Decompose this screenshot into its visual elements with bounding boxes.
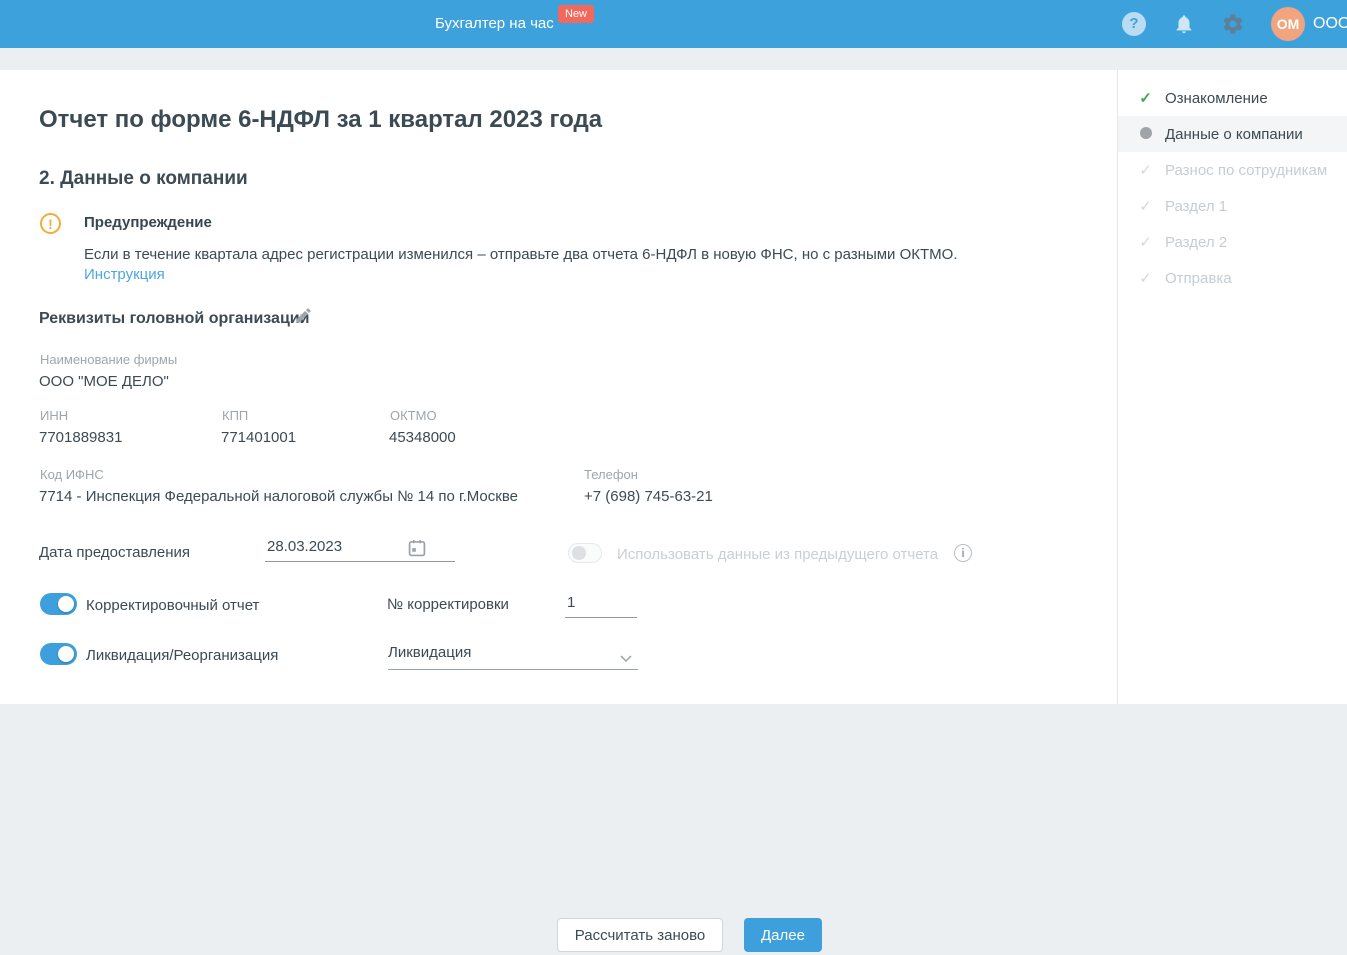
correction-label: Корректировочный отчет <box>86 597 260 614</box>
step-raznos-po-sotrudnikam: ✓ Разнос по сотрудникам <box>1118 152 1347 188</box>
oktmo-value: 45348000 <box>389 429 456 446</box>
liquidation-toggle[interactable] <box>40 643 77 665</box>
org-name[interactable]: ООО <box>1313 0 1347 48</box>
next-button[interactable]: Далее <box>744 918 822 952</box>
wizard-steps-sidebar: ✓ Ознакомление Данные о компании ✓ Разно… <box>1117 70 1347 704</box>
oktmo-label: ОКТМО <box>390 408 437 423</box>
ifns-value: 7714 - Инспекция Федеральной налоговой с… <box>39 488 518 505</box>
warning-text: Если в течение квартала адрес регистраци… <box>84 246 958 263</box>
liquidation-label: Ликвидация/Реорганизация <box>86 647 279 664</box>
step-label: Ознакомление <box>1165 89 1268 107</box>
check-icon: ✓ <box>1139 270 1152 287</box>
new-badge: New <box>558 5 595 23</box>
toggle-knob <box>58 646 74 662</box>
ifns-label: Код ИФНС <box>40 467 104 482</box>
info-icon[interactable]: i <box>954 544 972 562</box>
check-icon: ✓ <box>1139 90 1152 107</box>
check-icon: ✓ <box>1139 198 1152 215</box>
kpp-value: 771401001 <box>221 429 297 446</box>
bell-glyph <box>1176 15 1192 34</box>
step-label: Отправка <box>1165 269 1232 287</box>
check-icon: ✓ <box>1139 234 1152 251</box>
check-icon: ✓ <box>1139 162 1152 179</box>
company-name-label: Наименование фирмы <box>40 352 178 367</box>
step-label: Разнос по сотрудникам <box>1165 161 1328 179</box>
liquidation-select-value: Ликвидация <box>388 644 472 661</box>
step-oznakomlenie[interactable]: ✓ Ознакомление <box>1118 80 1347 116</box>
toggle-knob <box>58 596 74 612</box>
pencil-edit-icon[interactable] <box>294 306 313 330</box>
company-name-value: ООО "МОЕ ДЕЛО" <box>39 373 169 390</box>
current-step-dot-icon <box>1137 126 1154 143</box>
calendar-icon[interactable] <box>408 539 426 562</box>
gear-icon[interactable] <box>1220 0 1246 48</box>
recalculate-button[interactable]: Рассчитать заново <box>557 918 723 952</box>
kpp-label: КПП <box>222 408 249 423</box>
date-label: Дата предоставления <box>39 544 191 561</box>
page-title: Отчет по форме 6-НДФЛ за 1 квартал 2023 … <box>39 106 603 133</box>
step-razdel-2: ✓ Раздел 2 <box>1118 224 1347 260</box>
correction-number-input[interactable] <box>565 594 637 618</box>
report-form-panel: Отчет по форме 6-НДФЛ за 1 квартал 2023 … <box>0 70 1117 704</box>
help-question-glyph: ? <box>1122 12 1146 36</box>
toggle-knob <box>572 546 586 560</box>
chevron-down-icon <box>620 650 632 668</box>
step-label: Данные о компании <box>1165 125 1303 143</box>
inn-value: 7701889831 <box>39 429 123 446</box>
instruction-link[interactable]: Инструкция <box>84 266 165 283</box>
inn-label: ИНН <box>40 408 69 423</box>
use-previous-toggle[interactable] <box>568 543 602 563</box>
step-otpravka: ✓ Отправка <box>1118 260 1347 296</box>
step-dannye-o-kompanii[interactable]: Данные о компании <box>1118 116 1347 152</box>
date-input[interactable] <box>265 538 455 562</box>
phone-value: +7 (698) 745-63-21 <box>584 488 713 505</box>
use-previous-label: Использовать данные из предыдущего отчет… <box>617 546 939 563</box>
requisites-title: Реквизиты головной организации <box>39 310 310 327</box>
help-icon[interactable]: ? <box>1122 0 1146 48</box>
gear-glyph <box>1223 14 1243 34</box>
step-razdel-1: ✓ Раздел 1 <box>1118 188 1347 224</box>
section-title: 2. Данные о компании <box>39 168 248 189</box>
step-label: Раздел 2 <box>1165 233 1228 251</box>
warning-icon: ! <box>40 213 61 234</box>
liquidation-select[interactable]: Ликвидация <box>388 642 638 670</box>
phone-label: Телефон <box>584 467 638 482</box>
step-label: Раздел 1 <box>1165 197 1228 215</box>
app-title[interactable]: Бухгалтер на час <box>435 0 554 48</box>
avatar[interactable]: ОМ <box>1271 7 1305 41</box>
top-header: Бухгалтер на час New ? ОМ ООО <box>0 0 1347 48</box>
bell-icon[interactable] <box>1172 0 1196 48</box>
correction-number-label: № корректировки <box>387 596 509 613</box>
warning-title: Предупреждение <box>84 214 212 231</box>
correction-toggle[interactable] <box>40 593 77 615</box>
